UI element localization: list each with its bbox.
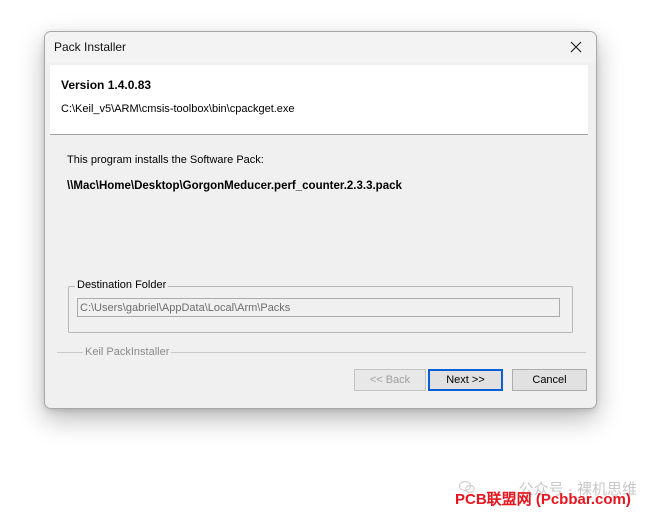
version-label: Version 1.4.0.83 xyxy=(61,78,152,92)
footer-brand-label: Keil PackInstaller xyxy=(83,346,172,358)
destination-folder-group: Destination Folder xyxy=(68,279,573,333)
exe-path-label: C:\Keil_v5\ARM\cmsis-toolbox\bin\cpackge… xyxy=(61,103,295,115)
back-button[interactable]: << Back xyxy=(354,369,426,391)
close-button[interactable] xyxy=(556,32,596,63)
pack-installer-window: Pack Installer Version 1.4.0.83 C:\Keil_… xyxy=(44,31,597,409)
next-button[interactable]: Next >> xyxy=(428,369,503,391)
window-title: Pack Installer xyxy=(54,40,127,54)
pack-path-label: \\Mac\Home\Desktop\GorgonMeducer.perf_co… xyxy=(67,180,402,192)
header-panel: Version 1.4.0.83 C:\Keil_v5\ARM\cmsis-to… xyxy=(50,65,588,135)
brand-watermark: PCB联盟网 (Pcbbar.com) xyxy=(455,491,631,508)
title-bar[interactable]: Pack Installer xyxy=(45,32,596,63)
cancel-button[interactable]: Cancel xyxy=(512,369,587,391)
close-icon xyxy=(570,41,582,53)
destination-folder-legend: Destination Folder xyxy=(75,279,169,291)
intro-text: This program installs the Software Pack: xyxy=(67,154,264,166)
desktop-background: Pack Installer Version 1.4.0.83 C:\Keil_… xyxy=(0,0,657,513)
destination-folder-input[interactable] xyxy=(77,298,560,317)
